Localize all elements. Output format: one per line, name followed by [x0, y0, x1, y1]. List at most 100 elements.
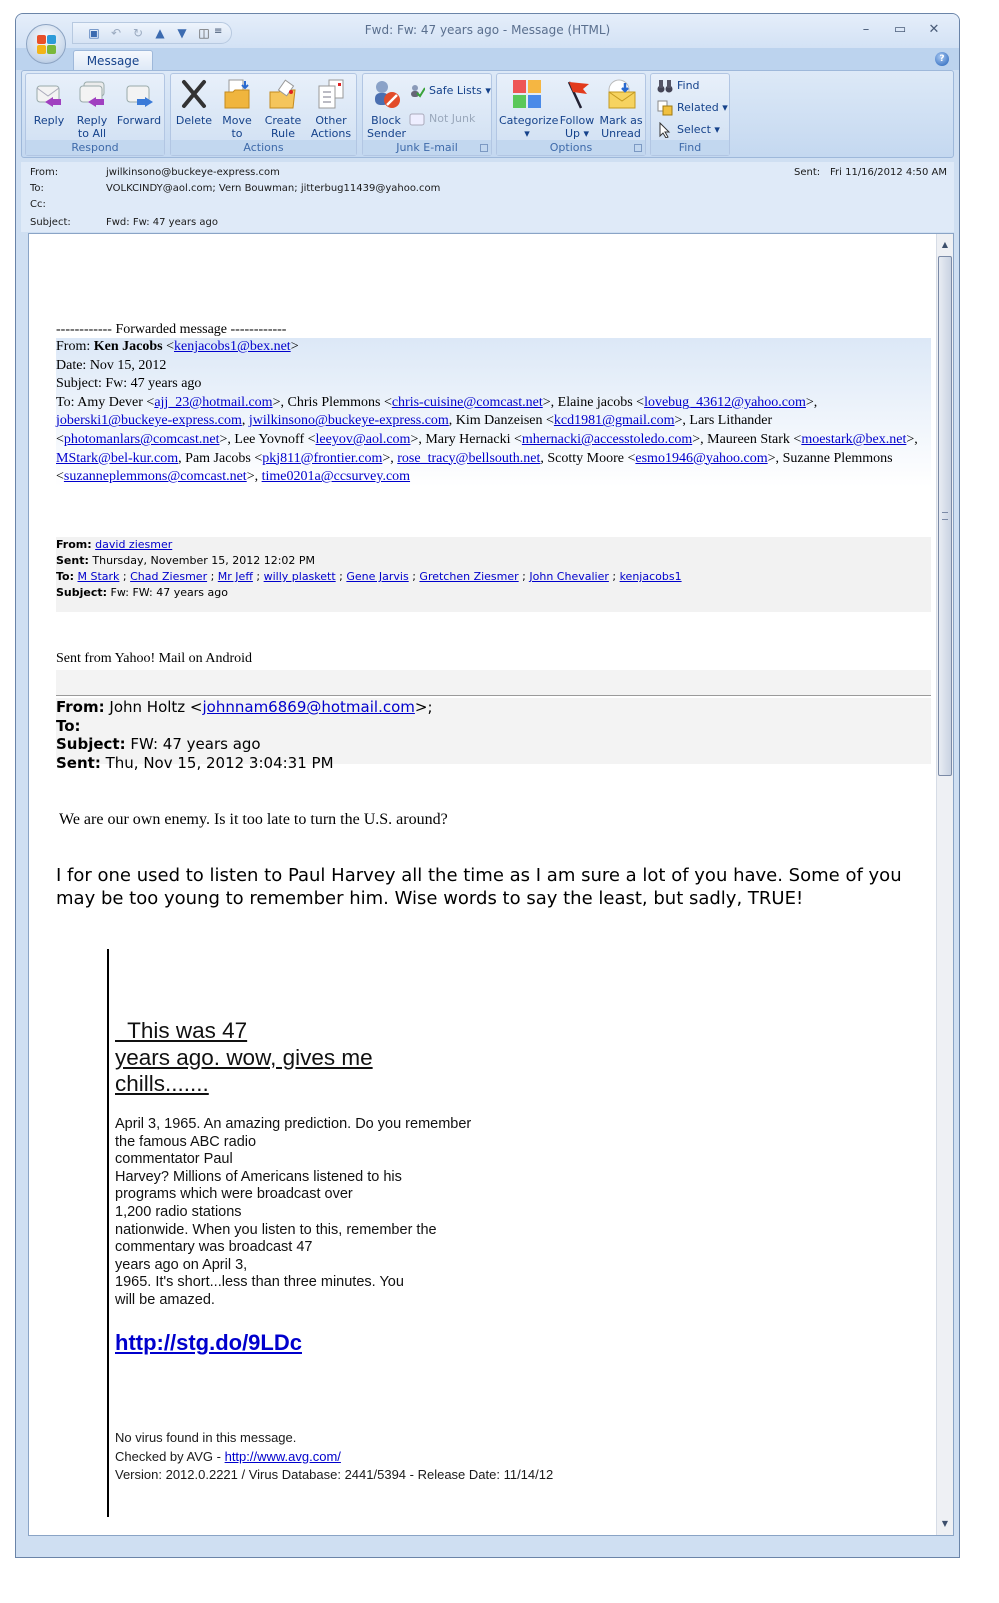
group-respond: Reply Reply to All Forward Respond — [25, 73, 165, 156]
recipient-email-link[interactable]: chris-cuisine@comcast.net — [392, 395, 543, 410]
recipient-email-link[interactable]: MStark@bel-kur.com — [56, 451, 178, 466]
save-icon[interactable]: ▣ — [87, 26, 101, 40]
dz-recipient-link[interactable]: Mr Jeff — [218, 570, 253, 583]
recipient-email-link[interactable]: kcd1981@gmail.com — [554, 413, 675, 428]
recipient-email-link[interactable]: ajj_23@hotmail.com — [154, 395, 272, 410]
recipient-email-link[interactable]: esmo1946@yahoo.com — [635, 451, 767, 466]
dz-recipient-link[interactable]: Gene Jarvis — [346, 570, 408, 583]
recipient-separator: >, — [272, 394, 288, 410]
dz-recipient-separator: ; — [408, 570, 420, 583]
ribbon-tab-row — [16, 48, 959, 70]
recipient-email-link[interactable]: mhernacki@accesstoledo.com — [522, 432, 692, 447]
reply-icon — [33, 78, 65, 110]
recipient-email-link[interactable]: time0201a@ccsurvey.com — [262, 469, 410, 484]
message-body[interactable]: ------------ Forwarded message ---------… — [28, 233, 954, 1536]
cursor-arrow-icon — [657, 121, 673, 139]
recipient-email-link[interactable]: moestark@bex.net — [801, 432, 906, 447]
related-button[interactable]: Related ▾ — [657, 99, 728, 117]
recipient-email-link[interactable]: pkj811@frontier.com — [262, 451, 382, 466]
recipient-name: Kim Danzeisen < — [455, 413, 554, 429]
april-line: will be amazed. — [115, 1291, 215, 1308]
recipient-email-link[interactable]: suzanneplemmons@comcast.net — [64, 469, 247, 484]
recipient-email-link[interactable]: photomanlars@comcast.net — [64, 432, 220, 447]
mark-as-unread-button[interactable]: Mark as Unread — [599, 78, 643, 140]
recipient-separator: , — [241, 413, 249, 429]
april-line: 1965. It's short...less than three minut… — [115, 1274, 404, 1291]
not-junk-button[interactable]: Not Junk — [409, 110, 475, 128]
blockquote-border — [107, 949, 109, 1517]
dz-to-line: To: M Stark ; Chad Ziesmer ; Mr Jeff ; w… — [56, 570, 682, 583]
dz-recipient-link[interactable]: John Chevalier — [529, 570, 609, 583]
recipient-email-link[interactable]: rose_tracy@bellsouth.net — [397, 451, 540, 466]
reply-button[interactable]: Reply — [32, 78, 66, 127]
recipient-separator: >, — [906, 431, 918, 447]
dz-recipient-separator: ; — [207, 570, 218, 583]
recipient-email-link[interactable]: lovebug_43612@yahoo.com — [644, 395, 806, 410]
delete-button[interactable]: Delete — [175, 78, 213, 127]
dz-from-line: From: david ziesmer — [56, 538, 173, 551]
scroll-up-button[interactable]: ▲ — [938, 238, 952, 252]
recipient-name: Maureen Stark < — [707, 431, 802, 447]
create-rule-button[interactable]: Create Rule — [263, 78, 303, 140]
options-dialog-launcher-icon[interactable] — [634, 144, 642, 152]
dz-recipient-link[interactable]: Gretchen Ziesmer — [419, 570, 518, 583]
recipient-email-link[interactable]: joberski1@buckeye-express.com — [56, 413, 242, 428]
redo-icon[interactable]: ↻ — [131, 26, 145, 40]
previous-item-icon[interactable]: ▲ — [153, 26, 167, 40]
vertical-scrollbar[interactable]: ▲ ▼ — [936, 234, 953, 1535]
group-label-options: Options — [497, 140, 645, 155]
follow-up-button[interactable]: Follow Up ▾ — [557, 78, 597, 140]
junk-dialog-launcher-icon[interactable] — [480, 144, 488, 152]
dz-recipient-separator: ; — [119, 570, 131, 583]
dz-recipient-link[interactable]: M Stark — [78, 570, 120, 583]
april-line: programs which were broadcast over — [115, 1186, 353, 1203]
undo-icon[interactable]: ↶ — [109, 26, 123, 40]
office-button[interactable] — [26, 24, 66, 64]
recipient-separator: >, — [542, 394, 558, 410]
recipient-name: Pam Jacobs < — [185, 450, 263, 466]
april-line: commentator Paul — [115, 1151, 233, 1168]
safe-lists-button[interactable]: Safe Lists ▾ — [409, 82, 491, 100]
recipient-email-link[interactable]: leeyov@aol.com — [316, 432, 411, 447]
jh-subject-line: Subject: FW: 47 years ago — [56, 735, 261, 753]
dz-from-link[interactable]: david ziesmer — [95, 538, 172, 551]
from-value[interactable]: jwilkinsono@buckeye-express.com — [106, 167, 280, 178]
recipient-email-link[interactable]: jwilkinsono@buckeye-express.com — [249, 413, 449, 428]
categorize-button[interactable]: Categorize ▾ — [499, 78, 558, 140]
forwarded-message-separator: ------------ Forwarded message ---------… — [56, 322, 287, 337]
scrollbar-thumb[interactable] — [938, 256, 952, 776]
dz-recipient-link[interactable]: willy plaskett — [264, 570, 336, 583]
reply-all-button[interactable]: Reply to All — [72, 78, 112, 140]
block-sender-button[interactable]: Block Sender — [367, 78, 406, 140]
maximize-button[interactable]: ▭ — [890, 22, 910, 37]
next-item-icon[interactable]: ▼ — [175, 26, 189, 40]
print-preview-icon[interactable]: ◫ — [197, 26, 211, 40]
recipient-name: Elaine jacobs < — [557, 394, 645, 410]
dz-recipient-link[interactable]: kenjacobs1 — [620, 570, 682, 583]
to-value[interactable]: VOLKCINDY@aol.com; Vern Bouwman; jitterb… — [106, 183, 440, 194]
ribbon: Reply Reply to All Forward Respond Delet… — [21, 70, 954, 158]
recipient-separator: , — [448, 413, 456, 429]
subject-value: Fwd: Fw: 47 years ago — [106, 217, 218, 228]
stg-link[interactable]: http://stg.do/9LDc — [115, 1330, 302, 1356]
fwd-from-email-link[interactable]: kenjacobs1@bex.net — [174, 339, 291, 354]
close-button[interactable]: ✕ — [924, 22, 944, 37]
tab-message[interactable]: Message — [73, 50, 153, 72]
follow-up-flag-icon — [561, 78, 593, 110]
recipient-separator: >, — [805, 394, 818, 410]
help-icon[interactable]: ? — [935, 52, 949, 66]
forward-button[interactable]: Forward — [116, 78, 162, 127]
office-logo-icon — [37, 35, 57, 55]
avg-link[interactable]: http://www.avg.com/ — [225, 1449, 341, 1464]
outlook-message-window: Fwd: Fw: 47 years ago - Message (HTML) –… — [15, 13, 960, 1558]
find-button[interactable]: Find — [657, 77, 700, 95]
scroll-down-button[interactable]: ▼ — [938, 1517, 952, 1531]
dz-recipient-link[interactable]: Chad Ziesmer — [130, 570, 207, 583]
john-holtz-header: From: John Holtz <johnnam6869@hotmail.co… — [56, 698, 931, 772]
jh-email-link[interactable]: johnnam6869@hotmail.com — [203, 698, 415, 716]
not-junk-icon — [409, 111, 425, 127]
select-button[interactable]: Select ▾ — [657, 121, 720, 139]
dz-recipient-separator: ; — [608, 570, 620, 583]
minimize-button[interactable]: – — [856, 22, 876, 37]
customize-qat-icon[interactable]: ≡ — [214, 26, 222, 37]
